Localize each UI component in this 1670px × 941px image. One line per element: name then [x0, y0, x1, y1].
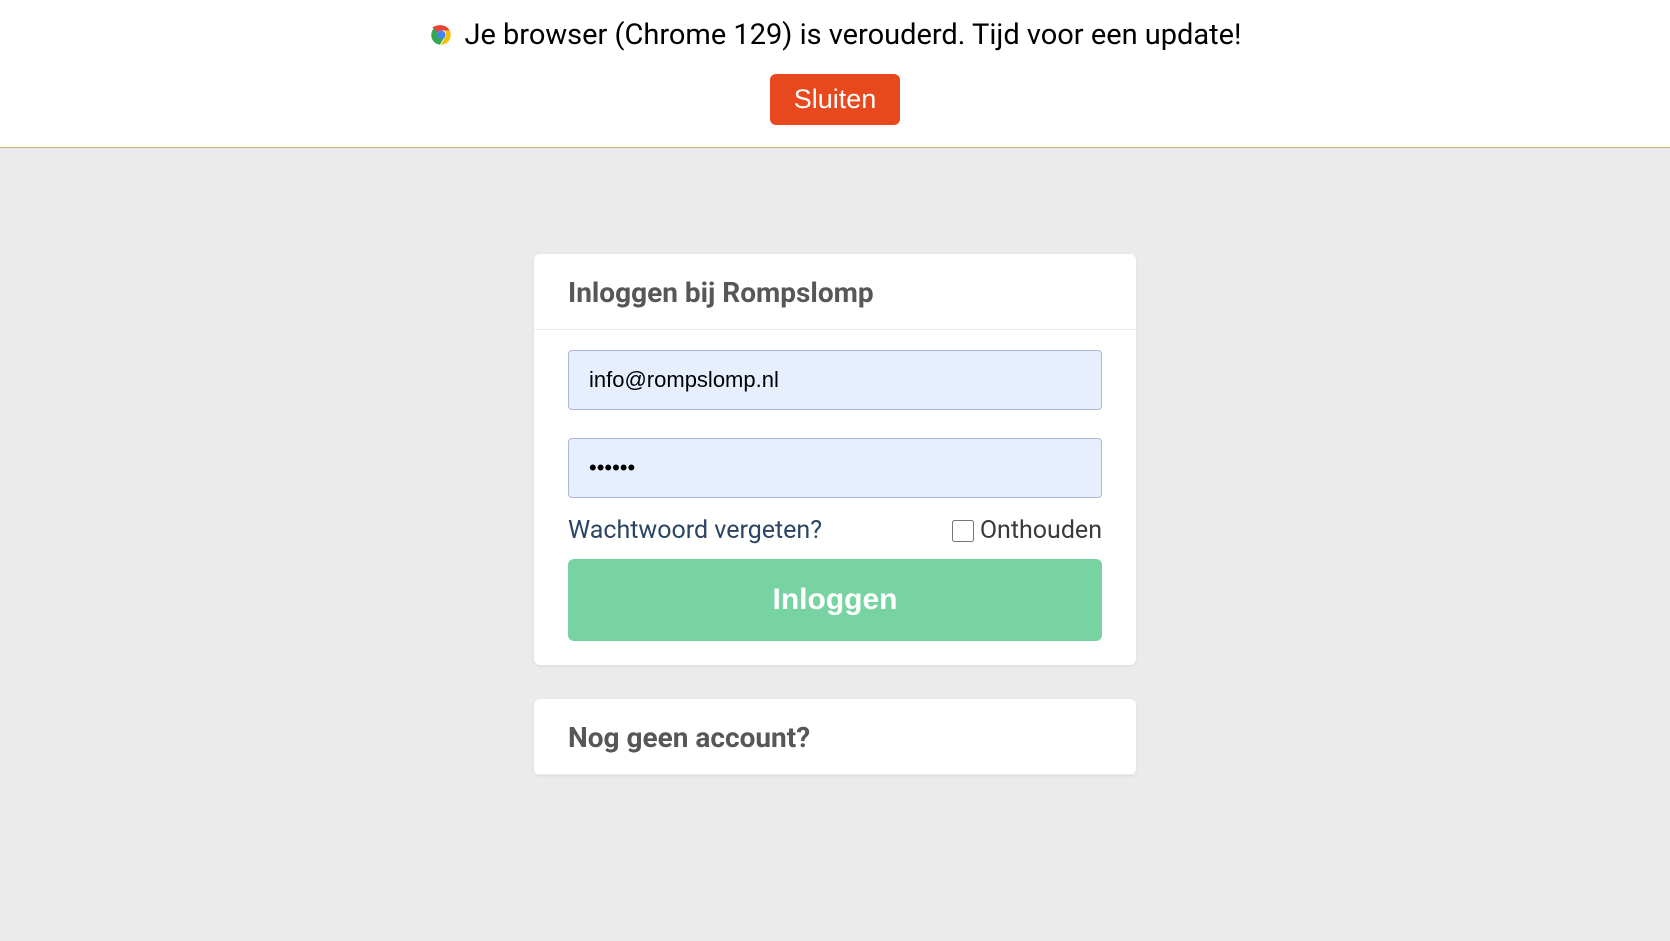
main-container: Inloggen bij Rompslomp Wachtwoord verget…	[524, 254, 1146, 775]
browser-outdated-banner: Je browser (Chrome 129) is verouderd. Ti…	[0, 0, 1670, 148]
signup-card: Nog geen account?	[534, 699, 1136, 775]
login-title: Inloggen bij Rompslomp	[568, 276, 1102, 309]
login-submit-button[interactable]: Inloggen	[568, 559, 1102, 641]
banner-message-row: Je browser (Chrome 129) is verouderd. Ti…	[428, 18, 1241, 52]
login-card-header: Inloggen bij Rompslomp	[534, 254, 1136, 330]
login-card-body: Wachtwoord vergeten? Onthouden Inloggen	[534, 330, 1136, 665]
banner-message-text: Je browser (Chrome 129) is verouderd. Ti…	[464, 18, 1241, 52]
chrome-icon	[428, 22, 454, 48]
signup-card-header: Nog geen account?	[534, 699, 1136, 775]
forgot-password-link[interactable]: Wachtwoord vergeten?	[568, 516, 822, 545]
login-options-row: Wachtwoord vergeten? Onthouden	[568, 516, 1102, 545]
banner-close-row: Sluiten	[0, 74, 1670, 125]
remember-label: Onthouden	[980, 516, 1102, 545]
email-input[interactable]	[568, 350, 1102, 410]
remember-wrap: Onthouden	[952, 516, 1102, 545]
password-input[interactable]	[568, 438, 1102, 498]
remember-checkbox[interactable]	[952, 520, 974, 542]
close-banner-button[interactable]: Sluiten	[770, 74, 901, 125]
login-card: Inloggen bij Rompslomp Wachtwoord verget…	[534, 254, 1136, 665]
signup-title: Nog geen account?	[568, 721, 1102, 754]
